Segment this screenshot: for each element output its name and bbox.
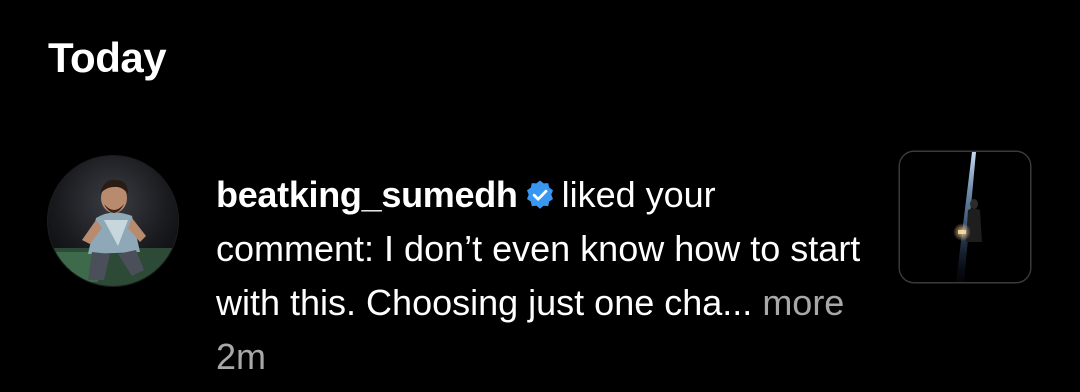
username-link[interactable]: beatking_sumedh	[216, 174, 518, 215]
section-header: Today	[48, 34, 167, 81]
post-thumbnail[interactable]	[900, 152, 1030, 282]
timestamp: 2m	[216, 336, 267, 377]
more-link[interactable]: more	[762, 282, 844, 323]
notification-item[interactable]: beatking_sumedh liked your comment: I do…	[0, 150, 1080, 380]
post-thumbnail-image	[900, 152, 1030, 282]
notification-text[interactable]: beatking_sumedh liked your comment: I do…	[216, 168, 876, 384]
avatar-photo-image	[48, 156, 178, 286]
verified-badge-icon	[526, 180, 553, 209]
user-avatar[interactable]	[48, 156, 178, 286]
